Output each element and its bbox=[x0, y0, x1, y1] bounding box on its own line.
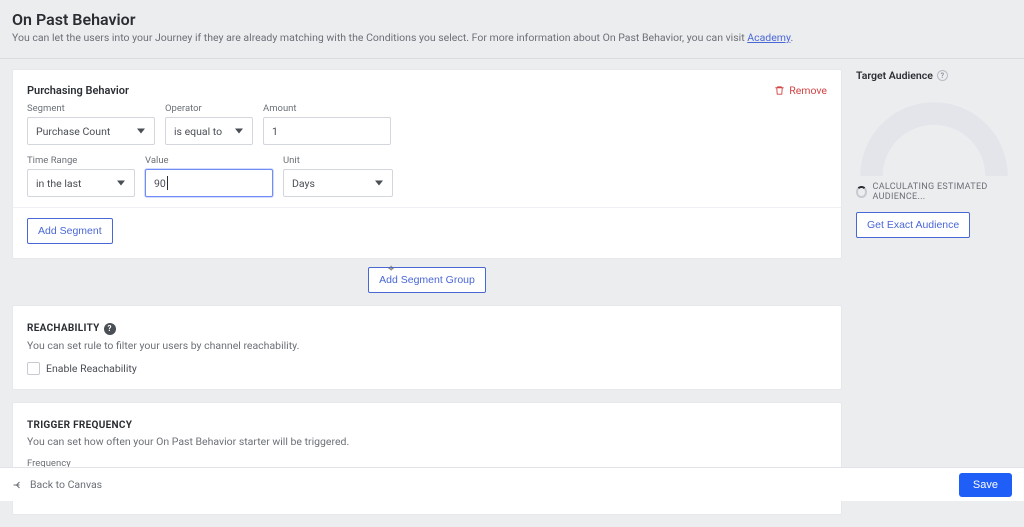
chevron-down-icon bbox=[117, 181, 125, 186]
arrow-left-icon bbox=[12, 479, 24, 491]
page-title: On Past Behavior bbox=[12, 10, 1012, 29]
value-value: 90 bbox=[154, 177, 166, 190]
calculating-text: CALCULATING ESTIMATED AUDIENCE... bbox=[873, 182, 1012, 202]
target-audience-title: Target Audience bbox=[856, 69, 933, 82]
add-segment-button[interactable]: Add Segment bbox=[27, 218, 113, 244]
trigger-heading-text: TRIGGER FREQUENCY bbox=[27, 420, 132, 431]
enable-reachability-row[interactable]: Enable Reachability bbox=[27, 362, 827, 375]
segment-card: Purchasing Behavior Remove Segment Purch… bbox=[12, 69, 842, 259]
operator-value: is equal to bbox=[174, 125, 222, 138]
footer-bar: Back to Canvas Save bbox=[0, 467, 1024, 501]
target-audience-title-row: Target Audience ? bbox=[856, 69, 1012, 82]
back-to-canvas-button[interactable]: Back to Canvas bbox=[12, 478, 102, 491]
calculating-status: CALCULATING ESTIMATED AUDIENCE... bbox=[856, 182, 1012, 202]
segment-value: Purchase Count bbox=[36, 125, 110, 138]
segment-card-title: Purchasing Behavior bbox=[27, 84, 129, 97]
label-operator: Operator bbox=[165, 103, 253, 114]
text-cursor bbox=[167, 176, 168, 190]
page-subtitle: You can let the users into your Journey … bbox=[12, 31, 1012, 44]
unit-value: Days bbox=[292, 177, 315, 190]
timerange-value: in the last bbox=[36, 177, 81, 190]
target-audience-panel: Target Audience ? CALCULATING ESTIMATED … bbox=[856, 69, 1012, 527]
amount-value: 1 bbox=[272, 125, 278, 138]
page-subtitle-pre: You can let the users into your Journey … bbox=[12, 31, 747, 44]
back-label: Back to Canvas bbox=[30, 478, 102, 491]
label-amount: Amount bbox=[263, 103, 391, 114]
enable-reachability-label: Enable Reachability bbox=[46, 362, 137, 375]
timerange-select[interactable]: in the last bbox=[27, 169, 135, 197]
audience-gauge bbox=[856, 86, 1012, 176]
help-icon[interactable]: ? bbox=[104, 323, 116, 335]
operator-select[interactable]: is equal to bbox=[165, 117, 253, 145]
help-icon[interactable]: ? bbox=[937, 70, 948, 81]
label-segment: Segment bbox=[27, 103, 155, 114]
reachability-sub: You can set rule to filter your users by… bbox=[27, 339, 827, 352]
card-divider bbox=[13, 207, 841, 208]
trigger-heading: TRIGGER FREQUENCY bbox=[27, 420, 132, 431]
label-value: Value bbox=[145, 155, 273, 166]
trash-icon bbox=[774, 85, 785, 96]
page-subtitle-post: . bbox=[790, 31, 793, 44]
label-unit: Unit bbox=[283, 155, 393, 166]
reachability-heading: REACHABILITY ? bbox=[27, 323, 116, 335]
chevron-down-icon bbox=[375, 181, 383, 186]
amount-input[interactable]: 1 bbox=[263, 117, 391, 145]
label-timerange: Time Range bbox=[27, 155, 135, 166]
academy-link[interactable]: Academy bbox=[747, 31, 790, 44]
segment-group-separator: ⌖ Add Segment Group bbox=[12, 267, 842, 293]
reachability-card: REACHABILITY ? You can set rule to filte… bbox=[12, 305, 842, 390]
trigger-sub: You can set how often your On Past Behav… bbox=[27, 435, 827, 448]
unit-select[interactable]: Days bbox=[283, 169, 393, 197]
gauge-icon bbox=[859, 101, 1009, 176]
get-exact-audience-button[interactable]: Get Exact Audience bbox=[856, 212, 970, 238]
chevron-down-icon bbox=[137, 129, 145, 134]
segment-select[interactable]: Purchase Count bbox=[27, 117, 155, 145]
save-button[interactable]: Save bbox=[959, 473, 1012, 497]
page-header: On Past Behavior You can let the users i… bbox=[0, 0, 1024, 52]
remove-segment-button[interactable]: Remove bbox=[774, 84, 827, 97]
value-input[interactable]: 90 bbox=[145, 169, 273, 197]
chevron-down-icon bbox=[235, 129, 243, 134]
remove-label: Remove bbox=[789, 84, 827, 97]
checkbox-icon[interactable] bbox=[27, 362, 40, 375]
spinner-icon bbox=[856, 186, 867, 198]
reachability-heading-text: REACHABILITY bbox=[27, 323, 100, 334]
add-segment-group-button[interactable]: Add Segment Group bbox=[368, 267, 486, 293]
